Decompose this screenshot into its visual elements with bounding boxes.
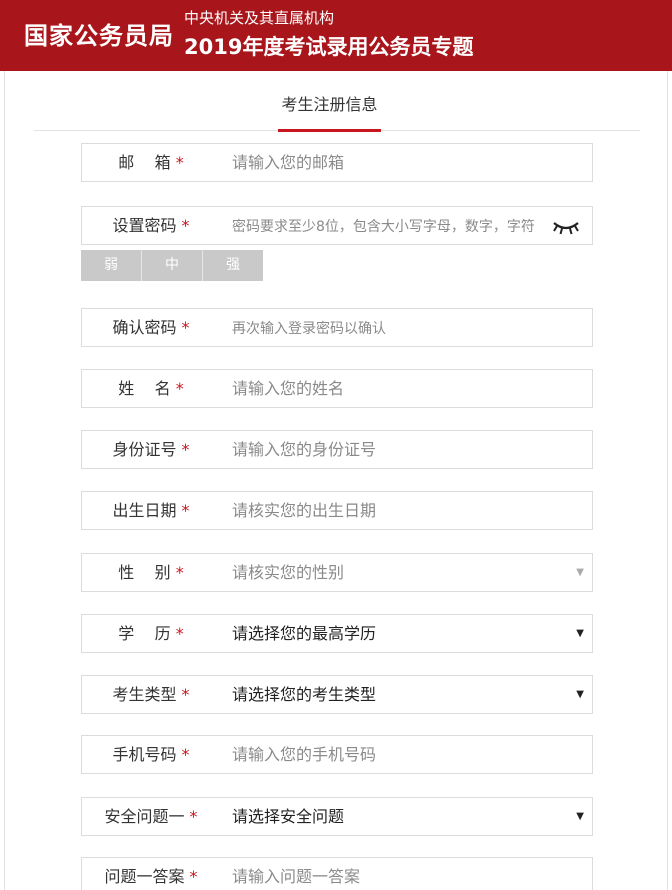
birth-date-input[interactable] xyxy=(232,492,556,529)
required-mark: * xyxy=(181,501,190,520)
password-row: 设置密码 * xyxy=(81,206,593,245)
chevron-down-icon[interactable]: ▼ xyxy=(576,676,584,713)
candidate-type-row: 考生类型 * 请选择您的考生类型 ▼ xyxy=(81,675,593,714)
required-mark: * xyxy=(189,867,198,886)
chevron-down-icon[interactable]: ▼ xyxy=(576,798,584,835)
confirm-password-label: 确认密码 * xyxy=(112,318,190,337)
required-mark: * xyxy=(175,624,184,643)
header-topic-title: 2019年度考试录用公务员专题 xyxy=(184,35,474,59)
gender-row: 性 别 * 请核实您的性别 ▼ xyxy=(81,553,593,592)
education-row: 学 历 * 请选择您的最高学历 ▼ xyxy=(81,614,593,653)
brand-title[interactable]: 国家公务员局 xyxy=(24,20,174,52)
tab-registration-info[interactable]: 考生注册信息 xyxy=(278,92,381,132)
answer-row: 问题一答案 * xyxy=(81,857,593,890)
eye-closed-icon[interactable] xyxy=(552,216,580,236)
id-number-label: 身份证号 * xyxy=(112,440,190,459)
required-mark: * xyxy=(189,807,198,826)
confirm-password-row: 确认密码 * xyxy=(81,308,593,347)
education-select[interactable]: 请选择您的最高学历 xyxy=(232,615,556,652)
education-label: 学 历 * xyxy=(118,624,184,643)
required-mark: * xyxy=(181,685,190,704)
password-label: 设置密码 * xyxy=(112,216,190,235)
phone-label: 手机号码 * xyxy=(112,745,190,764)
required-mark: * xyxy=(181,745,190,764)
id-number-row: 身份证号 * xyxy=(81,430,593,469)
email-input[interactable] xyxy=(232,144,556,181)
required-mark: * xyxy=(175,563,184,582)
gender-select[interactable]: 请核实您的性别 xyxy=(232,554,556,591)
security-question-label: 安全问题一 * xyxy=(104,807,198,826)
security-question-row: 安全问题一 * 请选择安全问题 ▼ xyxy=(81,797,593,836)
strength-strong: 强 xyxy=(226,257,240,273)
candidate-type-label: 考生类型 * xyxy=(112,685,190,704)
phone-row: 手机号码 * xyxy=(81,735,593,774)
gender-label: 性 别 * xyxy=(118,563,184,582)
candidate-type-select[interactable]: 请选择您的考生类型 xyxy=(232,676,556,713)
required-mark: * xyxy=(175,153,184,172)
name-input[interactable] xyxy=(232,370,556,407)
phone-input[interactable] xyxy=(232,736,556,773)
header-subtitle: 中央机关及其直属机构 xyxy=(184,9,335,27)
required-mark: * xyxy=(181,318,190,337)
security-question-select[interactable]: 请选择安全问题 xyxy=(232,798,556,835)
answer-input[interactable] xyxy=(232,858,556,890)
strength-weak: 弱 xyxy=(81,250,142,281)
name-label: 姓 名 * xyxy=(118,379,184,398)
chevron-down-icon[interactable]: ▼ xyxy=(576,615,584,652)
required-mark: * xyxy=(181,440,190,459)
password-strength-meter: 弱 中 强 xyxy=(81,250,263,281)
strength-medium: 中 xyxy=(142,250,203,281)
required-mark: * xyxy=(181,216,190,235)
confirm-password-input[interactable] xyxy=(232,309,556,346)
required-mark: * xyxy=(175,379,184,398)
chevron-down-icon[interactable]: ▼ xyxy=(576,554,584,591)
email-row: 邮 箱 * xyxy=(81,143,593,182)
id-number-input[interactable] xyxy=(232,431,556,468)
password-input[interactable] xyxy=(232,207,536,244)
birth-date-row: 出生日期 * xyxy=(81,491,593,530)
site-header: 国家公务员局 中央机关及其直属机构 2019年度考试录用公务员专题 xyxy=(0,0,672,71)
birth-date-label: 出生日期 * xyxy=(112,501,190,520)
name-row: 姓 名 * xyxy=(81,369,593,408)
email-label: 邮 箱 * xyxy=(118,153,184,172)
answer-label: 问题一答案 * xyxy=(104,867,198,886)
